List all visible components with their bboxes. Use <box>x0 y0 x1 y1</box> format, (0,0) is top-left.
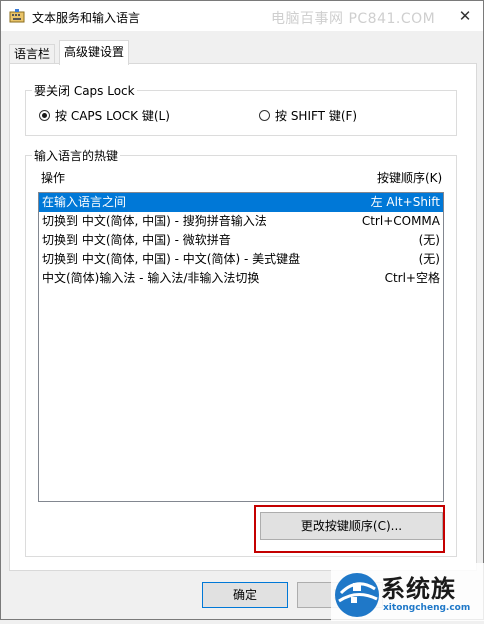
list-item[interactable]: 切换到 中文(简体, 中国) - 搜狗拼音输入法 Ctrl+COMMA <box>39 212 443 231</box>
keyboard-app-icon <box>9 9 25 23</box>
list-item[interactable]: 切换到 中文(简体, 中国) - 微软拼音 (无) <box>39 231 443 250</box>
list-item-action: 切换到 中文(简体, 中国) - 搜狗拼音输入法 <box>42 214 267 228</box>
title-bar[interactable]: 文本服务和输入语言 电脑百事网 PC841.COM ✕ <box>1 1 483 31</box>
radio-unchecked-icon[interactable] <box>259 110 270 121</box>
list-item-key: Ctrl+空格 <box>384 271 440 285</box>
logo-text: 系统族 <box>381 575 456 603</box>
radio-caps-lock-label: 按 CAPS LOCK 键(L) <box>55 109 170 123</box>
ok-button[interactable]: 确定 <box>202 582 288 608</box>
list-item-action: 切换到 中文(简体, 中国) - 中文(简体) - 美式键盘 <box>42 252 301 266</box>
watermark-text: 电脑百事网 PC841.COM <box>271 11 436 27</box>
list-item[interactable]: 中文(简体)输入法 - 输入法/非输入法切换 Ctrl+空格 <box>39 269 443 288</box>
highlight-annotation-box <box>254 505 445 553</box>
list-item-action: 切换到 中文(简体, 中国) - 微软拼音 <box>42 233 231 247</box>
logo-url-text: xitongcheng.com <box>383 603 471 613</box>
site-logo: 系统族 xitongcheng.com <box>331 563 484 621</box>
list-item-key: (无) <box>418 233 440 247</box>
window-title: 文本服务和输入语言 <box>32 11 141 25</box>
radio-caps-lock[interactable]: 按 CAPS LOCK 键(L) <box>39 107 170 124</box>
list-item-action: 在输入语言之间 <box>42 195 127 209</box>
dialog-window: 文本服务和输入语言 电脑百事网 PC841.COM ✕ 语言栏 高级键设置 要关… <box>0 0 484 621</box>
list-item-key: 左 Alt+Shift <box>370 195 440 209</box>
list-item-action: 中文(简体)输入法 - 输入法/非输入法切换 <box>42 271 260 285</box>
list-item[interactable]: 切换到 中文(简体, 中国) - 中文(简体) - 美式键盘 (无) <box>39 250 443 269</box>
hotkey-list[interactable]: 在输入语言之间 左 Alt+Shift 切换到 中文(简体, 中国) - 搜狗拼… <box>38 192 444 502</box>
hotkey-group-label: 输入语言的热键 <box>32 147 121 164</box>
column-header-action: 操作 <box>41 171 66 185</box>
tab-language-bar[interactable]: 语言栏 <box>9 44 56 64</box>
tab-advanced-key-settings[interactable]: 高级键设置 <box>59 40 130 65</box>
close-icon: ✕ <box>458 7 472 25</box>
radio-checked-icon[interactable] <box>39 110 50 121</box>
list-item-key: Ctrl+COMMA <box>361 214 440 228</box>
caps-lock-group-label: 要关闭 Caps Lock <box>32 82 137 99</box>
radio-shift[interactable]: 按 SHIFT 键(F) <box>259 107 357 124</box>
radio-shift-label: 按 SHIFT 键(F) <box>275 109 358 123</box>
column-header-key-sequence: 按键顺序(K) <box>377 171 443 185</box>
list-item[interactable]: 在输入语言之间 左 Alt+Shift <box>39 193 443 212</box>
close-button[interactable]: ✕ <box>447 1 483 31</box>
list-item-key: (无) <box>418 252 440 266</box>
